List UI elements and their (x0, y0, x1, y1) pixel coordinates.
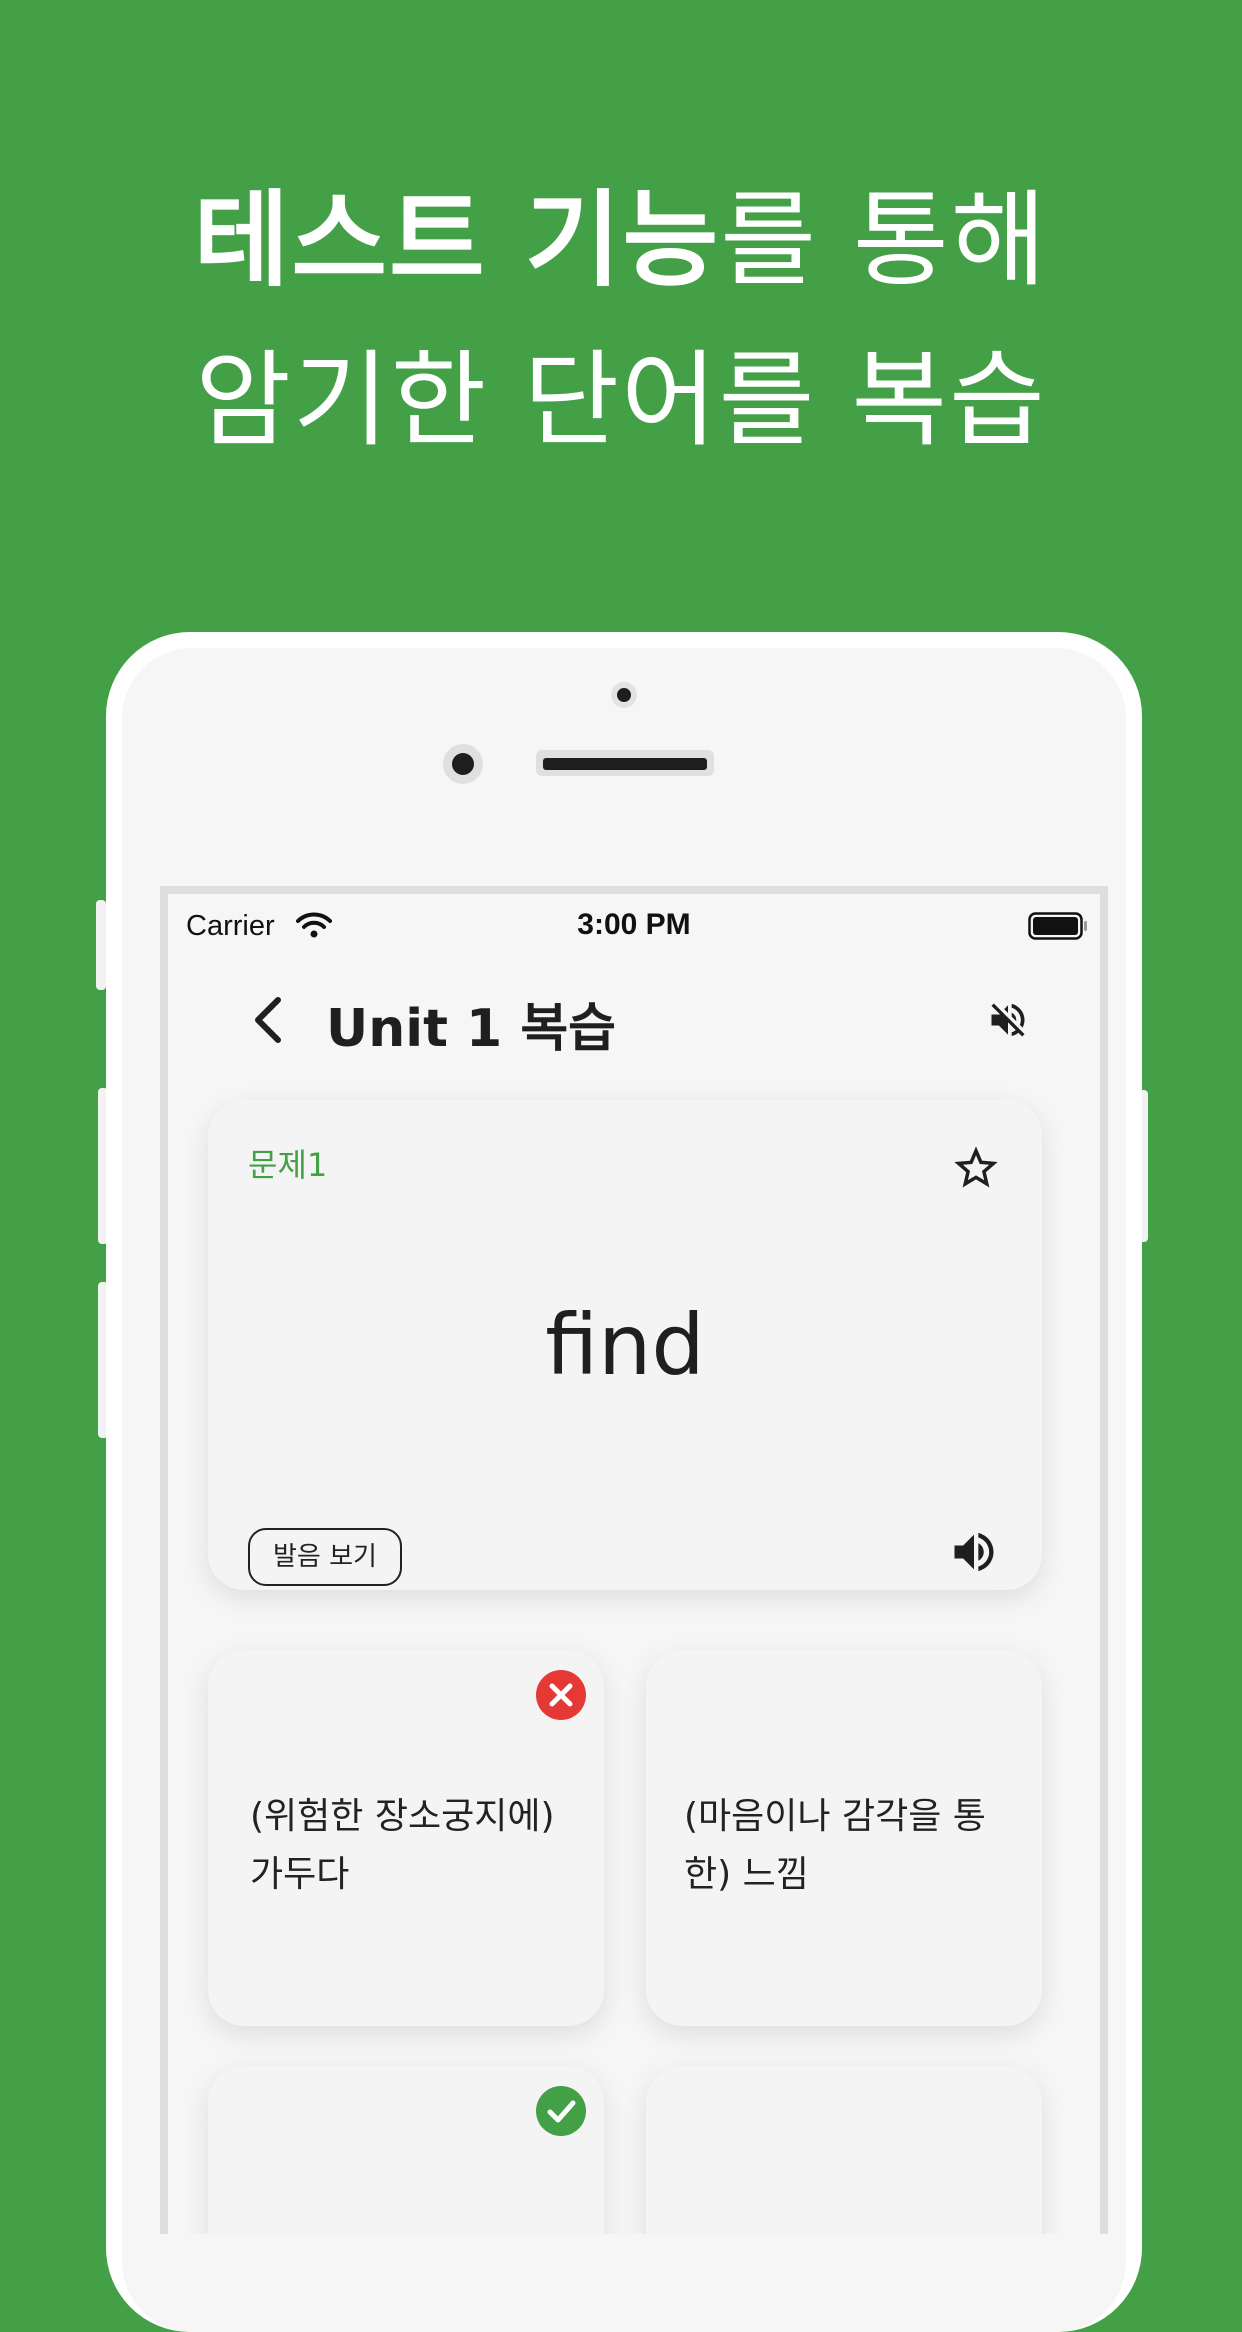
answer-option-3[interactable] (208, 2066, 604, 2234)
answer-option-1[interactable]: (위험한 장소궁지에) 가두다 (208, 1650, 604, 2026)
answer-option-2[interactable]: (마음이나 감각을 통한) 느낌 (646, 1650, 1042, 2026)
headline-bold: 테스트 기능 (193, 179, 721, 301)
headline: 테스트 기능를 통해 암기한 단어를 복습 (0, 160, 1242, 480)
answer-text: (마음이나 감각을 통한) 느낌 (684, 1796, 986, 1895)
headline-rest: 를 통해 (720, 179, 1049, 301)
nav-bar: Unit 1 복습 (168, 964, 1100, 1074)
status-bar: Carrier 3:00 PM (168, 894, 1100, 948)
answer-text: (위험한 장소궁지에) 가두다 (250, 1796, 555, 1895)
battery-icon (1028, 912, 1088, 945)
phone-silent-switch (96, 900, 106, 990)
headline-line-2: 암기한 단어를 복습 (195, 339, 1047, 461)
star-outline-icon (954, 1146, 998, 1188)
earpiece-speaker (536, 750, 714, 776)
mute-button[interactable] (986, 998, 1030, 1042)
favorite-button[interactable] (950, 1142, 1002, 1194)
back-button[interactable] (246, 992, 290, 1048)
show-pronunciation-button[interactable]: 발음 보기 (248, 1528, 402, 1586)
question-number: 문제1 (248, 1146, 328, 1184)
question-card: 문제1 find 발음 보기 (208, 1100, 1042, 1590)
question-word: find (545, 1296, 705, 1394)
sensor-lens-icon (443, 744, 483, 784)
chevron-left-icon (255, 997, 281, 1043)
headline-line-1: 테스트 기능를 통해 (0, 160, 1242, 320)
status-time: 3:00 PM (577, 908, 691, 941)
speaker-icon (954, 1532, 994, 1572)
front-camera-icon (611, 682, 637, 708)
check-circle-icon (536, 2086, 586, 2136)
app-screen: Carrier 3:00 PM Unit 1 복습 문제1 find 발음 보기… (160, 886, 1108, 2234)
play-audio-button[interactable] (948, 1526, 1000, 1578)
volume-mute-icon (991, 1003, 1025, 1037)
page-title: Unit 1 복습 (326, 999, 616, 1059)
x-circle-icon (536, 1670, 586, 1720)
answer-option-4[interactable] (646, 2066, 1042, 2234)
